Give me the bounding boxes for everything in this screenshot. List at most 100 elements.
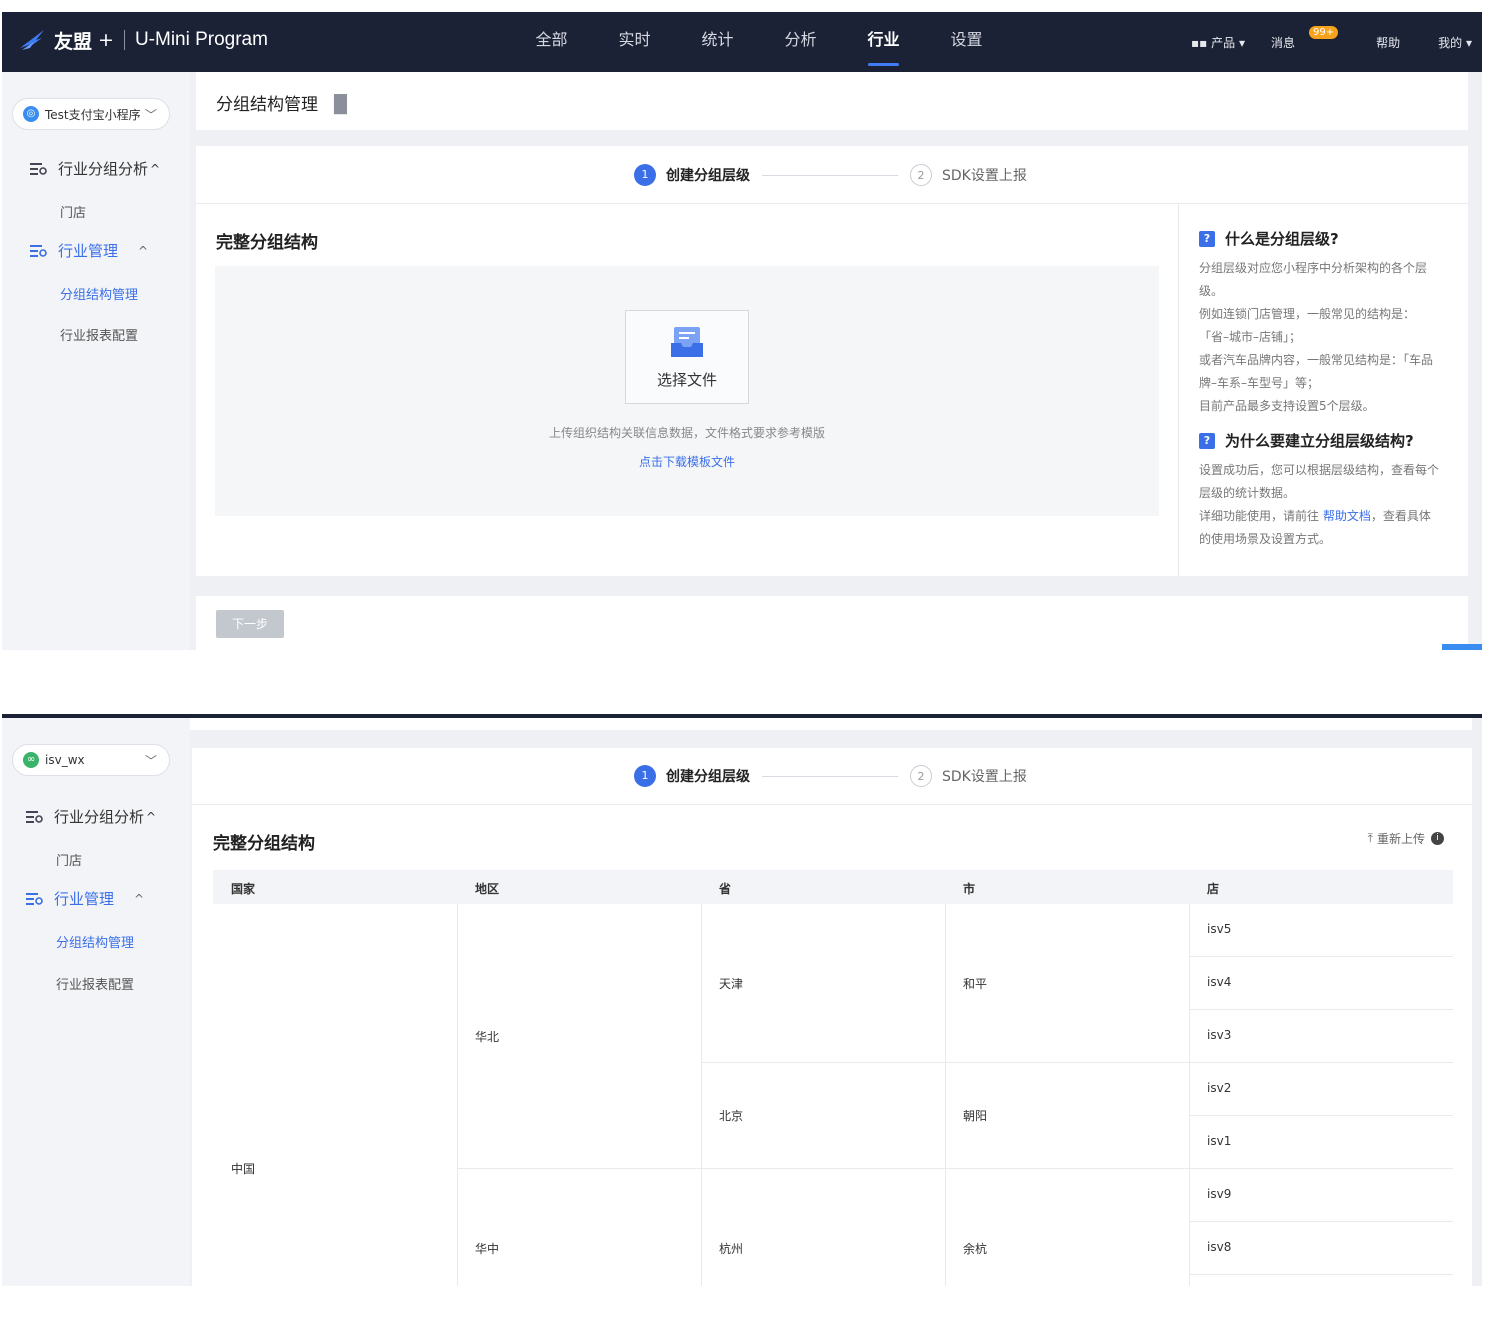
help-a2-line: 详细功能使用，请前往 帮助文档，查看具体 xyxy=(1199,505,1448,528)
tab-realtime[interactable]: 实时 xyxy=(593,12,676,72)
products-menu[interactable]: ▪▪ 产品 ▾ xyxy=(1191,34,1245,51)
col-divider xyxy=(701,904,702,1286)
tab-stats[interactable]: 统计 xyxy=(676,12,759,72)
file-tray-icon xyxy=(671,327,703,357)
cell-province: 天津 xyxy=(719,977,744,991)
help-q1-text: 什么是分组层级? xyxy=(1225,230,1339,248)
cell-region: 华中 xyxy=(475,1242,500,1256)
submenu-group-structure[interactable]: 分组结构管理 xyxy=(60,284,138,303)
menu-industry-management[interactable]: 行业管理 ^ xyxy=(30,240,148,261)
floating-edge-tab[interactable] xyxy=(1442,644,1482,650)
app-selector-label: Test支付宝小程序 xyxy=(45,107,141,122)
app-selector[interactable]: ∞ isv_wx ﹀ xyxy=(12,744,170,776)
submenu-report-config[interactable]: 行业报表配置 xyxy=(56,974,134,993)
screenshot-upload-step: 友盟 + U-Mini Program 全部 实时 统计 分析 行业 设置 ▪▪… xyxy=(2,12,1482,650)
col-divider xyxy=(457,904,458,1286)
alipay-app-icon: ◎ xyxy=(23,106,39,122)
help-question-2: ? 为什么要建立分组层级结构? xyxy=(1199,430,1448,451)
step-1-number: 1 xyxy=(634,164,656,186)
col-divider xyxy=(945,904,946,1286)
divider xyxy=(192,804,1472,805)
tab-analysis[interactable]: 分析 xyxy=(759,12,842,72)
top-nav: 友盟 + U-Mini Program 全部 实时 统计 分析 行业 设置 ▪▪… xyxy=(2,12,1482,72)
submenu-report-config[interactable]: 行业报表配置 xyxy=(60,325,138,344)
col-city: 市 xyxy=(963,882,976,896)
table-header: 国家 地区 省 市 店 xyxy=(213,870,1453,904)
step-2-number: 2 xyxy=(910,765,932,787)
section-title: 完整分组结构 xyxy=(213,834,315,854)
upload-tip: 上传组织结构关联信息数据，文件格式要求参考模版 xyxy=(548,426,825,440)
reupload-button[interactable]: ⤒ 重新上传 i xyxy=(1368,830,1444,847)
app-selector[interactable]: ◎ Test支付宝小程序 ﹀ xyxy=(12,98,170,130)
cell-country: 中国 xyxy=(231,1162,256,1176)
stepper: 1 创建分组层级 2 SDK设置上报 xyxy=(634,164,1027,186)
app-selector-label: isv_wx xyxy=(45,753,85,767)
submenu-group-structure[interactable]: 分组结构管理 xyxy=(56,932,134,951)
cell-store: isv8 xyxy=(1207,1240,1232,1254)
cell-store: isv2 xyxy=(1207,1081,1232,1095)
messages-label: 消息 xyxy=(1271,35,1296,50)
cell-city: 和平 xyxy=(963,977,988,991)
cell-store: isv4 xyxy=(1207,975,1232,989)
help-question-1: ? 什么是分组层级? xyxy=(1199,228,1448,249)
page-title: 分组结构管理 ▐▌ xyxy=(216,90,354,115)
divider xyxy=(123,30,125,50)
cell-city: 朝阳 xyxy=(963,1109,988,1123)
tab-all[interactable]: 全部 xyxy=(510,12,593,72)
mine-menu[interactable]: 我的 ▾ xyxy=(1438,34,1472,51)
chevron-up-icon: ^ xyxy=(138,243,149,258)
message-badge: 99+ xyxy=(1309,25,1339,39)
cell-city: 余杭 xyxy=(963,1242,988,1256)
messages-link[interactable]: 消息 99+ xyxy=(1271,25,1350,51)
logo[interactable]: 友盟 + U-Mini Program xyxy=(18,26,268,54)
row-divider xyxy=(1189,956,1453,957)
col-store: 店 xyxy=(1207,882,1220,896)
tab-settings[interactable]: 设置 xyxy=(925,12,1008,72)
chevron-up-icon: ^ xyxy=(146,809,157,824)
page-title-text: 分组结构管理 xyxy=(216,95,318,115)
cell-province: 北京 xyxy=(719,1109,744,1123)
row-divider xyxy=(1189,1221,1453,1222)
submenu-stores[interactable]: 门店 xyxy=(60,202,86,221)
help-doc-link[interactable]: 帮助文档 xyxy=(1323,509,1371,523)
chevron-down-icon: ﹀ xyxy=(144,754,157,768)
step-2-label: SDK设置上报 xyxy=(942,769,1027,785)
mine-label: 我的 xyxy=(1438,35,1463,50)
help-link[interactable]: 帮助 xyxy=(1376,34,1400,51)
help-answer-1: 分组层级对应您小程序中分析架构的各个层 级。 例如连锁门店管理，一般常见的结构是… xyxy=(1199,257,1448,418)
step-1-number: 1 xyxy=(634,765,656,787)
reupload-label: 重新上传 xyxy=(1376,832,1425,846)
menu-label: 行业分组分析 xyxy=(58,160,149,178)
info-icon[interactable]: i xyxy=(1431,832,1444,845)
help-a2-line: 层级的统计数据。 xyxy=(1199,486,1296,500)
umeng-bird-icon xyxy=(20,30,44,50)
brand-plus: + xyxy=(98,29,114,51)
help-a2-prefix: 详细功能使用，请前往 xyxy=(1199,509,1320,523)
col-divider xyxy=(1189,904,1190,1286)
menu-industry-group-analysis[interactable]: 行业分组分析 ^ xyxy=(30,158,160,179)
title-card-edge xyxy=(190,718,1472,730)
download-template-link[interactable]: 点击下载模板文件 xyxy=(215,453,1159,470)
menu-label: 行业管理 xyxy=(58,242,119,260)
help-a1-line: 例如连锁门店管理，一般常见的结构是： xyxy=(1199,307,1416,321)
question-icon: ? xyxy=(1199,432,1215,449)
menu-industry-group-analysis[interactable]: 行业分组分析 ^ xyxy=(26,806,156,827)
row-divider xyxy=(1189,1009,1453,1010)
next-step-button[interactable]: 下一步 xyxy=(216,610,284,638)
row-divider xyxy=(701,1062,1453,1063)
submenu-stores[interactable]: 门店 xyxy=(56,850,82,869)
list-search-icon xyxy=(26,892,43,905)
choose-file-label: 选择文件 xyxy=(656,371,717,389)
doc-icon: ▐▌ xyxy=(327,95,354,115)
menu-industry-management[interactable]: 行业管理 ^ xyxy=(26,888,144,909)
brand-name: 友盟 xyxy=(54,30,93,53)
products-label: 产品 xyxy=(1211,35,1236,50)
tab-industry[interactable]: 行业 xyxy=(842,12,925,72)
help-a1-line: 牌–车系–车型号」等； xyxy=(1199,376,1320,390)
question-icon: ? xyxy=(1199,230,1215,247)
help-a1-line: 分组层级对应您小程序中分析架构的各个层 xyxy=(1199,261,1428,275)
row-divider xyxy=(457,1168,1453,1169)
nav-right: ▪▪ 产品 ▾ 消息 99+ 帮助 我的 ▾ xyxy=(1191,12,1482,72)
choose-file-button[interactable]: 选择文件 xyxy=(625,310,749,404)
step-1-label: 创建分组层级 xyxy=(666,769,750,785)
